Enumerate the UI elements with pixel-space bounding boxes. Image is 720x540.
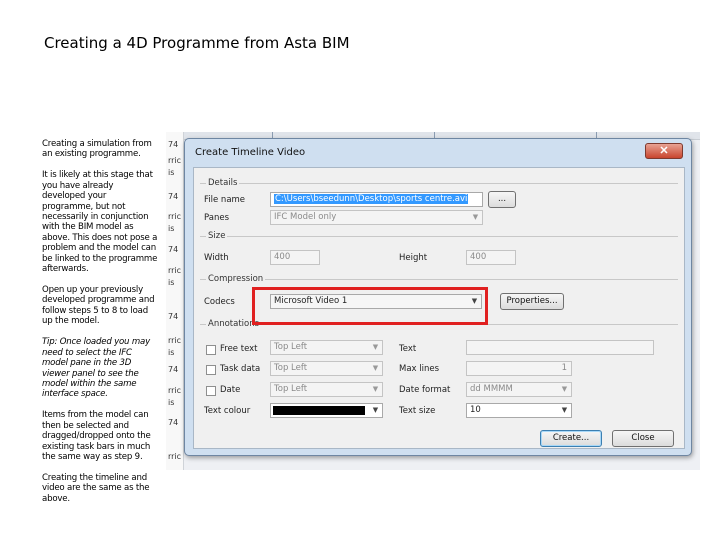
text-size-label: Text size	[399, 406, 436, 416]
task-data-label: Task data	[220, 364, 261, 374]
row-label: rric	[168, 452, 182, 461]
date-format-value: dd MMMM	[470, 384, 513, 394]
note-paragraph: Creating the timeline and video are the …	[42, 472, 150, 504]
chevron-down-icon: ▼	[372, 406, 379, 414]
chevron-down-icon: ▼	[561, 385, 568, 393]
chevron-down-icon: ▼	[372, 364, 379, 372]
slide-title: Creating a 4D Programme from Asta BIM	[44, 34, 350, 52]
properties-button[interactable]: Properties...	[500, 293, 564, 310]
free-text-label: Free text	[220, 344, 258, 354]
width-input[interactable]: 400	[270, 250, 320, 265]
width-label: Width	[204, 253, 229, 263]
note-paragraph: Creating a simulation from an existing p…	[42, 139, 152, 160]
row-label: 74	[168, 312, 179, 321]
close-button[interactable]: Close	[612, 430, 674, 447]
free-text-checkbox[interactable]	[206, 345, 216, 355]
chevron-down-icon: ▼	[561, 406, 568, 414]
note-paragraph: It is likely at this stage that you have…	[42, 170, 158, 275]
text-colour-select[interactable]: ▼	[270, 403, 383, 418]
row-label: rric	[168, 212, 182, 221]
height-value: 400	[470, 252, 487, 262]
row-label: rric	[168, 156, 182, 165]
free-text-position-value: Top Left	[274, 342, 308, 352]
slide-notes: Creating a simulation from an existing p…	[42, 139, 158, 515]
chevron-down-icon: ▼	[372, 385, 379, 393]
row-label: is	[168, 278, 175, 287]
height-input[interactable]: 400	[466, 250, 516, 265]
row-label: 74	[168, 365, 179, 374]
create-button[interactable]: Create...	[540, 430, 602, 447]
dialog-title: Create Timeline Video	[195, 147, 306, 158]
width-value: 400	[274, 252, 291, 262]
close-icon[interactable]: ✕	[645, 143, 683, 159]
height-label: Height	[399, 253, 428, 263]
text-size-value: 10	[470, 405, 481, 415]
text-label: Text	[399, 344, 417, 354]
file-name-label: File name	[204, 195, 246, 205]
panes-value: IFC Model only	[274, 212, 337, 222]
note-paragraph: Open up your previously developed progra…	[42, 285, 155, 327]
panes-select[interactable]: IFC Model only ▼	[270, 210, 483, 225]
codecs-label: Codecs	[204, 297, 235, 307]
text-colour-label: Text colour	[204, 406, 251, 416]
max-lines-value: 1	[561, 363, 567, 373]
date-format-select[interactable]: dd MMMM ▼	[466, 382, 572, 397]
compression-group: Compression	[200, 274, 678, 284]
max-lines-label: Max lines	[399, 364, 440, 374]
task-data-position-value: Top Left	[274, 363, 308, 373]
note-paragraph: Items from the model can then be selecte…	[42, 410, 151, 462]
size-group: Size	[200, 231, 678, 241]
panes-label: Panes	[204, 213, 229, 223]
row-label: rric	[168, 266, 182, 275]
row-label: is	[168, 398, 175, 407]
note-tip: Tip: Once loaded you may need to select …	[42, 337, 150, 400]
background-row-labels: 74 rric is 74 rric is 74 rric is 74 rric…	[166, 132, 184, 470]
compression-group-label: Compression	[206, 274, 266, 284]
details-group-label: Details	[206, 178, 240, 188]
task-data-checkbox[interactable]	[206, 365, 216, 375]
max-lines-input[interactable]: 1	[466, 361, 572, 376]
codecs-highlight-box	[252, 287, 488, 325]
row-label: 74	[168, 140, 179, 149]
date-position-select[interactable]: Top Left ▼	[270, 382, 383, 397]
colour-swatch	[273, 406, 365, 415]
details-group: Details	[200, 178, 678, 188]
row-label: is	[168, 224, 175, 233]
file-name-input[interactable]: C:\Users\bseedunn\Desktop\sports centre.…	[270, 192, 483, 207]
row-label: is	[168, 168, 175, 177]
task-data-position-select[interactable]: Top Left ▼	[270, 361, 383, 376]
text-size-select[interactable]: 10 ▼	[466, 403, 572, 418]
chevron-down-icon: ▼	[472, 213, 479, 221]
date-checkbox[interactable]	[206, 386, 216, 396]
date-position-value: Top Left	[274, 384, 308, 394]
date-label: Date	[220, 385, 241, 395]
chevron-down-icon: ▼	[372, 343, 379, 351]
text-input[interactable]	[466, 340, 654, 355]
row-label: 74	[168, 192, 179, 201]
row-label: rric	[168, 336, 182, 345]
file-name-value: C:\Users\bseedunn\Desktop\sports centre.…	[274, 194, 469, 204]
row-label: rric	[168, 386, 182, 395]
row-label: 74	[168, 418, 179, 427]
free-text-position-select[interactable]: Top Left ▼	[270, 340, 383, 355]
size-group-label: Size	[206, 231, 228, 241]
row-label: 74	[168, 245, 179, 254]
date-format-label: Date format	[399, 385, 451, 395]
browse-button[interactable]: ...	[488, 191, 516, 208]
row-label: is	[168, 348, 175, 357]
